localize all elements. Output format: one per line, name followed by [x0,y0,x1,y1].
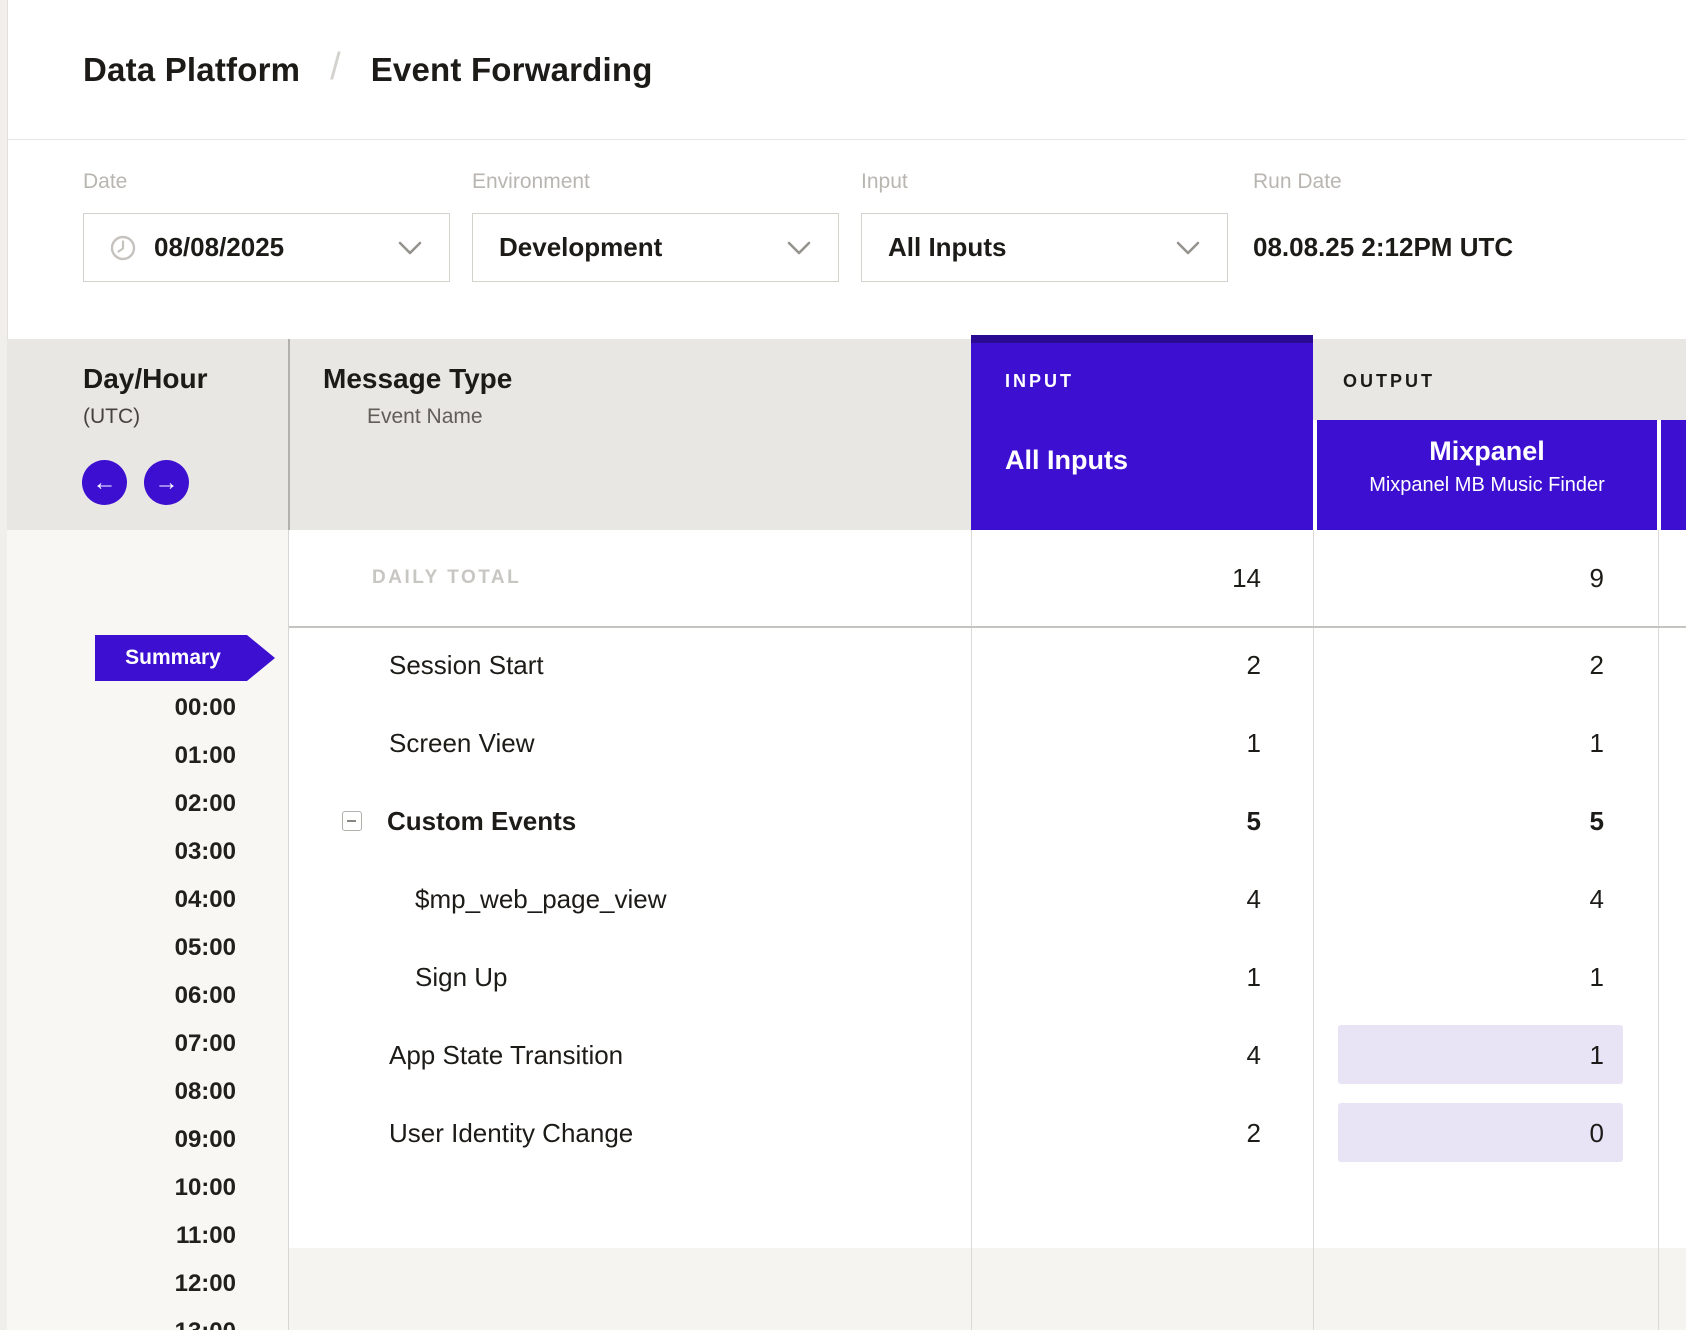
input-count: 2 [971,1094,1261,1172]
hour-item[interactable]: 06:00 [7,981,236,1011]
chevron-down-icon [397,240,423,256]
arrow-left-icon: ← [93,469,117,497]
environment-label: Environment [472,170,590,194]
event-label: $mp_web_page_view [415,860,667,938]
hour-item[interactable]: 09:00 [7,1125,236,1155]
message-type-header: Message Type [323,363,512,395]
input-count: 1 [971,704,1261,782]
input-label: Input [861,170,908,194]
output-count: 1 [1313,938,1604,1016]
table-row: App State Transition 4 1 [289,1016,1686,1094]
event-label: Sign Up [415,938,508,1016]
event-label: Session Start [389,626,544,704]
input-count: 2 [971,626,1261,704]
hour-item[interactable]: 10:00 [7,1173,236,1203]
output-group-label: OUTPUT [1343,371,1435,392]
input-count: 4 [971,860,1261,938]
event-label: Screen View [389,704,535,782]
input-value: All Inputs [888,232,1006,263]
output-count: 1 [1313,1016,1604,1094]
hour-item[interactable]: 11:00 [7,1221,236,1251]
run-date-value: 08.08.25 2:12PM UTC [1253,232,1513,263]
table-row: Custom Events 5 5 [289,782,1686,860]
table-row: Session Start 2 2 [289,626,1686,704]
hour-item[interactable]: 02:00 [7,789,236,819]
input-column-header: INPUT All Inputs [971,335,1313,530]
chevron-down-icon [786,240,812,256]
hour-item[interactable]: 05:00 [7,933,236,963]
summary-tab[interactable]: Summary [95,635,275,681]
breadcrumb: Data Platform / Event Forwarding [8,0,1686,140]
breadcrumb-section[interactable]: Data Platform [83,51,300,89]
hour-item[interactable]: 08:00 [7,1077,236,1107]
event-forwarding-page: Data Platform / Event Forwarding Date 08… [0,0,1686,1330]
input-count: 5 [971,782,1261,860]
hour-item[interactable]: 04:00 [7,885,236,915]
output-count: 4 [1313,860,1604,938]
daily-total-output-value: 9 [1313,530,1604,626]
collapse-minus-icon[interactable] [342,811,362,831]
input-count: 4 [971,1016,1261,1094]
event-name-subtitle: Event Name [367,405,483,429]
input-group-label: INPUT [1005,371,1074,392]
output-column-header-partial [1657,420,1686,530]
clock-icon [110,235,136,261]
table-row: User Identity Change 2 0 [289,1094,1686,1172]
output-count: 1 [1313,704,1604,782]
output-subtitle: Mixpanel MB Music Finder [1317,474,1657,497]
run-date-label: Run Date [1253,170,1342,194]
output-count: 2 [1313,626,1604,704]
breadcrumb-separator: / [330,46,341,89]
arrow-right-icon: → [155,469,179,497]
event-group-label: Custom Events [387,782,576,860]
next-day-button[interactable]: → [144,460,189,505]
date-label: Date [83,170,127,194]
previous-day-button[interactable]: ← [82,460,127,505]
hour-item[interactable]: 12:00 [7,1269,236,1299]
summary-tab-label: Summary [125,635,221,681]
table-row: Sign Up 1 1 [289,938,1686,1016]
hour-item[interactable]: 00:00 [7,693,236,723]
hour-item[interactable]: 01:00 [7,741,236,771]
day-hour-subtitle: (UTC) [83,405,140,429]
date-dropdown[interactable]: 08/08/2025 [83,213,450,282]
output-count: 0 [1313,1094,1604,1172]
input-column-name: All Inputs [1005,445,1128,476]
table-footer-area [289,1248,1686,1330]
environment-dropdown[interactable]: Development [472,213,839,282]
date-value: 08/08/2025 [154,232,284,263]
output-count: 5 [1313,782,1604,860]
event-label: App State Transition [389,1016,623,1094]
input-column-accent-strip [971,335,1313,343]
output-name: Mixpanel [1317,436,1657,467]
environment-value: Development [499,232,662,263]
daily-total-input-value: 14 [971,530,1261,626]
table-row: $mp_web_page_view 4 4 [289,860,1686,938]
input-dropdown[interactable]: All Inputs [861,213,1228,282]
table-row: Screen View 1 1 [289,704,1686,782]
hour-item[interactable]: 07:00 [7,1029,236,1059]
event-label: User Identity Change [389,1094,633,1172]
output-column-header-mixpanel: Mixpanel Mixpanel MB Music Finder [1313,420,1657,530]
column-divider [288,339,290,530]
hour-item[interactable]: 13:00 [7,1317,236,1330]
page-title: Event Forwarding [371,51,653,89]
daily-total-label: DAILY TOTAL [372,530,521,626]
day-hour-header: Day/Hour [83,363,207,395]
input-count: 1 [971,938,1261,1016]
hour-item[interactable]: 03:00 [7,837,236,867]
hour-list: 00:00 01:00 02:00 03:00 04:00 05:00 06:0… [7,693,236,1330]
chevron-down-icon [1175,240,1201,256]
